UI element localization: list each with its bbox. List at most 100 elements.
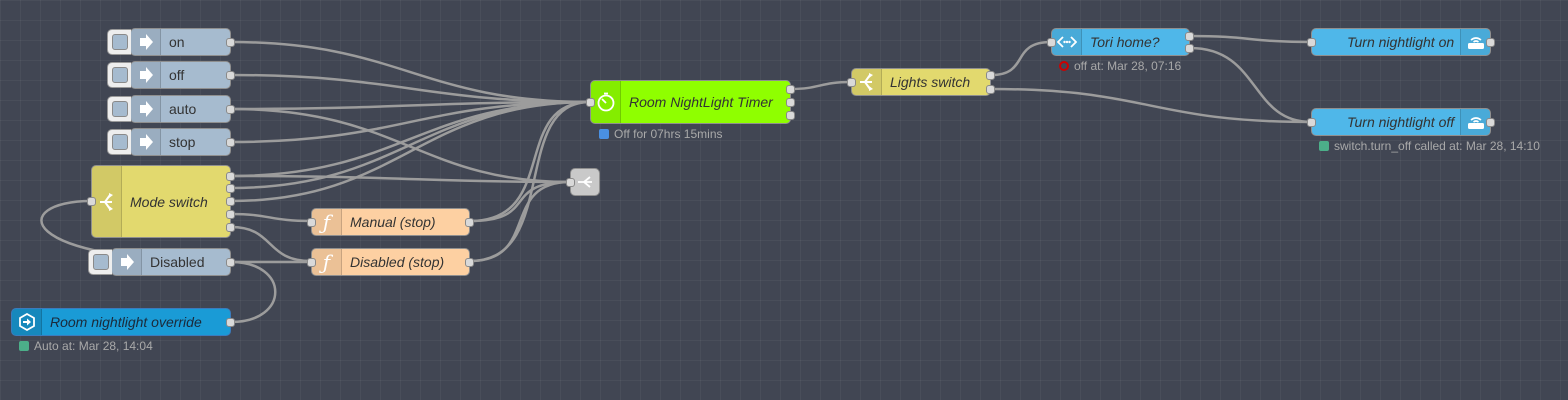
- call-service-node-turn-on[interactable]: Turn nightlight on: [1307, 28, 1495, 56]
- input-port[interactable]: [586, 98, 595, 107]
- node-label: Room NightLight Timer: [629, 94, 773, 110]
- node-label: Turn nightlight off: [1347, 114, 1455, 130]
- wire: [230, 212, 312, 223]
- wire: [230, 107, 571, 184]
- link-junction-node[interactable]: [566, 168, 600, 196]
- override-arrow-icon: [12, 309, 42, 335]
- function-icon: ƒ: [312, 249, 342, 275]
- status-text: Auto at: Mar 28, 14:04: [34, 339, 153, 353]
- wire: [230, 40, 591, 104]
- node-label: Disabled: [150, 254, 205, 270]
- output-port[interactable]: [786, 98, 795, 107]
- arrow-right-icon: [131, 96, 161, 122]
- timer-status: Off for 07hrs 15mins: [599, 127, 723, 141]
- state-check-icon: [1052, 29, 1082, 55]
- status-text: Off for 07hrs 15mins: [614, 127, 723, 141]
- inject-trigger-button[interactable]: [107, 62, 131, 88]
- function-node-manual-stop[interactable]: ƒ Manual (stop): [307, 208, 474, 236]
- output-port[interactable]: [226, 197, 235, 206]
- input-port[interactable]: [307, 218, 316, 227]
- input-port[interactable]: [1307, 118, 1316, 127]
- timer-icon: [591, 81, 621, 123]
- timer-node[interactable]: Room NightLight Timer: [586, 80, 795, 124]
- inject-trigger-button[interactable]: [107, 129, 131, 155]
- output-port[interactable]: [986, 71, 995, 80]
- wire: [230, 73, 591, 104]
- node-label: Tori home?: [1090, 34, 1160, 50]
- status-text: switch.turn_off called at: Mar 28, 14:10: [1334, 139, 1540, 153]
- node-label: off: [169, 67, 185, 83]
- input-port[interactable]: [1047, 38, 1056, 47]
- wire: [990, 87, 1312, 124]
- wire: [230, 225, 312, 263]
- output-port[interactable]: [226, 71, 235, 80]
- inject-node-on[interactable]: on: [107, 28, 235, 56]
- node-label: auto: [169, 101, 197, 117]
- output-port[interactable]: [226, 318, 235, 327]
- output-port[interactable]: [986, 85, 995, 94]
- arrow-right-icon: [112, 249, 142, 275]
- output-port[interactable]: [226, 210, 235, 219]
- arrow-right-icon: [131, 29, 161, 55]
- node-label: Disabled (stop): [350, 254, 445, 270]
- function-node-disabled-stop[interactable]: ƒ Disabled (stop): [307, 248, 474, 276]
- flow-wires: [40, 34, 1312, 324]
- inject-node-off[interactable]: off: [107, 61, 235, 89]
- node-label: Lights switch: [890, 74, 971, 90]
- switch-branch-icon: [852, 69, 882, 95]
- turn-off-status: switch.turn_off called at: Mar 28, 14:10: [1319, 139, 1540, 153]
- mode-switch-node[interactable]: Mode switch: [87, 165, 235, 238]
- lights-switch-node[interactable]: Lights switch: [847, 68, 995, 96]
- output-port[interactable]: [1185, 44, 1194, 53]
- link-junction-icon: [571, 169, 599, 195]
- status-text: off at: Mar 28, 07:16: [1074, 59, 1182, 73]
- call-service-node-turn-off[interactable]: Turn nightlight off: [1307, 108, 1495, 136]
- input-port[interactable]: [87, 197, 96, 206]
- output-port[interactable]: [465, 218, 474, 227]
- inject-node-stop[interactable]: stop: [107, 128, 235, 156]
- wire: [469, 100, 591, 223]
- output-port[interactable]: [226, 172, 235, 181]
- arrow-right-icon: [131, 129, 161, 155]
- output-port[interactable]: [226, 223, 235, 232]
- output-port[interactable]: [786, 85, 795, 94]
- wire: [990, 40, 1052, 77]
- input-port[interactable]: [847, 78, 856, 87]
- output-port[interactable]: [786, 111, 795, 120]
- status-ring: [1059, 61, 1069, 71]
- status-dot: [1319, 141, 1329, 151]
- inject-node-auto[interactable]: auto: [107, 95, 235, 123]
- inject-trigger-button[interactable]: [107, 29, 131, 55]
- inject-trigger-button[interactable]: [88, 249, 112, 275]
- input-port[interactable]: [307, 258, 316, 267]
- status-dot: [19, 341, 29, 351]
- status-dot: [599, 129, 609, 139]
- wire: [469, 180, 571, 223]
- override-node[interactable]: Room nightlight override: [11, 308, 235, 336]
- output-port[interactable]: [226, 38, 235, 47]
- output-port[interactable]: [1185, 32, 1194, 41]
- output-port[interactable]: [226, 184, 235, 193]
- wire: [1189, 34, 1312, 44]
- node-label: on: [169, 34, 185, 50]
- output-port[interactable]: [226, 105, 235, 114]
- switch-branch-icon: [92, 166, 122, 237]
- output-port[interactable]: [1486, 118, 1495, 127]
- current-state-node-tori-home[interactable]: Tori home?: [1047, 28, 1194, 56]
- node-label: Mode switch: [130, 193, 208, 210]
- input-port[interactable]: [1307, 38, 1316, 47]
- function-icon: ƒ: [312, 209, 342, 235]
- override-status: Auto at: Mar 28, 14:04: [19, 339, 153, 353]
- input-port[interactable]: [566, 178, 575, 187]
- output-port[interactable]: [1486, 38, 1495, 47]
- wire: [790, 80, 852, 91]
- arrow-right-icon: [131, 62, 161, 88]
- node-label: stop: [169, 134, 196, 150]
- wire: [230, 100, 591, 178]
- inject-trigger-button[interactable]: [107, 96, 131, 122]
- node-label: Turn nightlight on: [1347, 34, 1455, 50]
- output-port[interactable]: [226, 258, 235, 267]
- output-port[interactable]: [226, 138, 235, 147]
- output-port[interactable]: [465, 258, 474, 267]
- inject-node-disabled[interactable]: Disabled: [88, 248, 235, 276]
